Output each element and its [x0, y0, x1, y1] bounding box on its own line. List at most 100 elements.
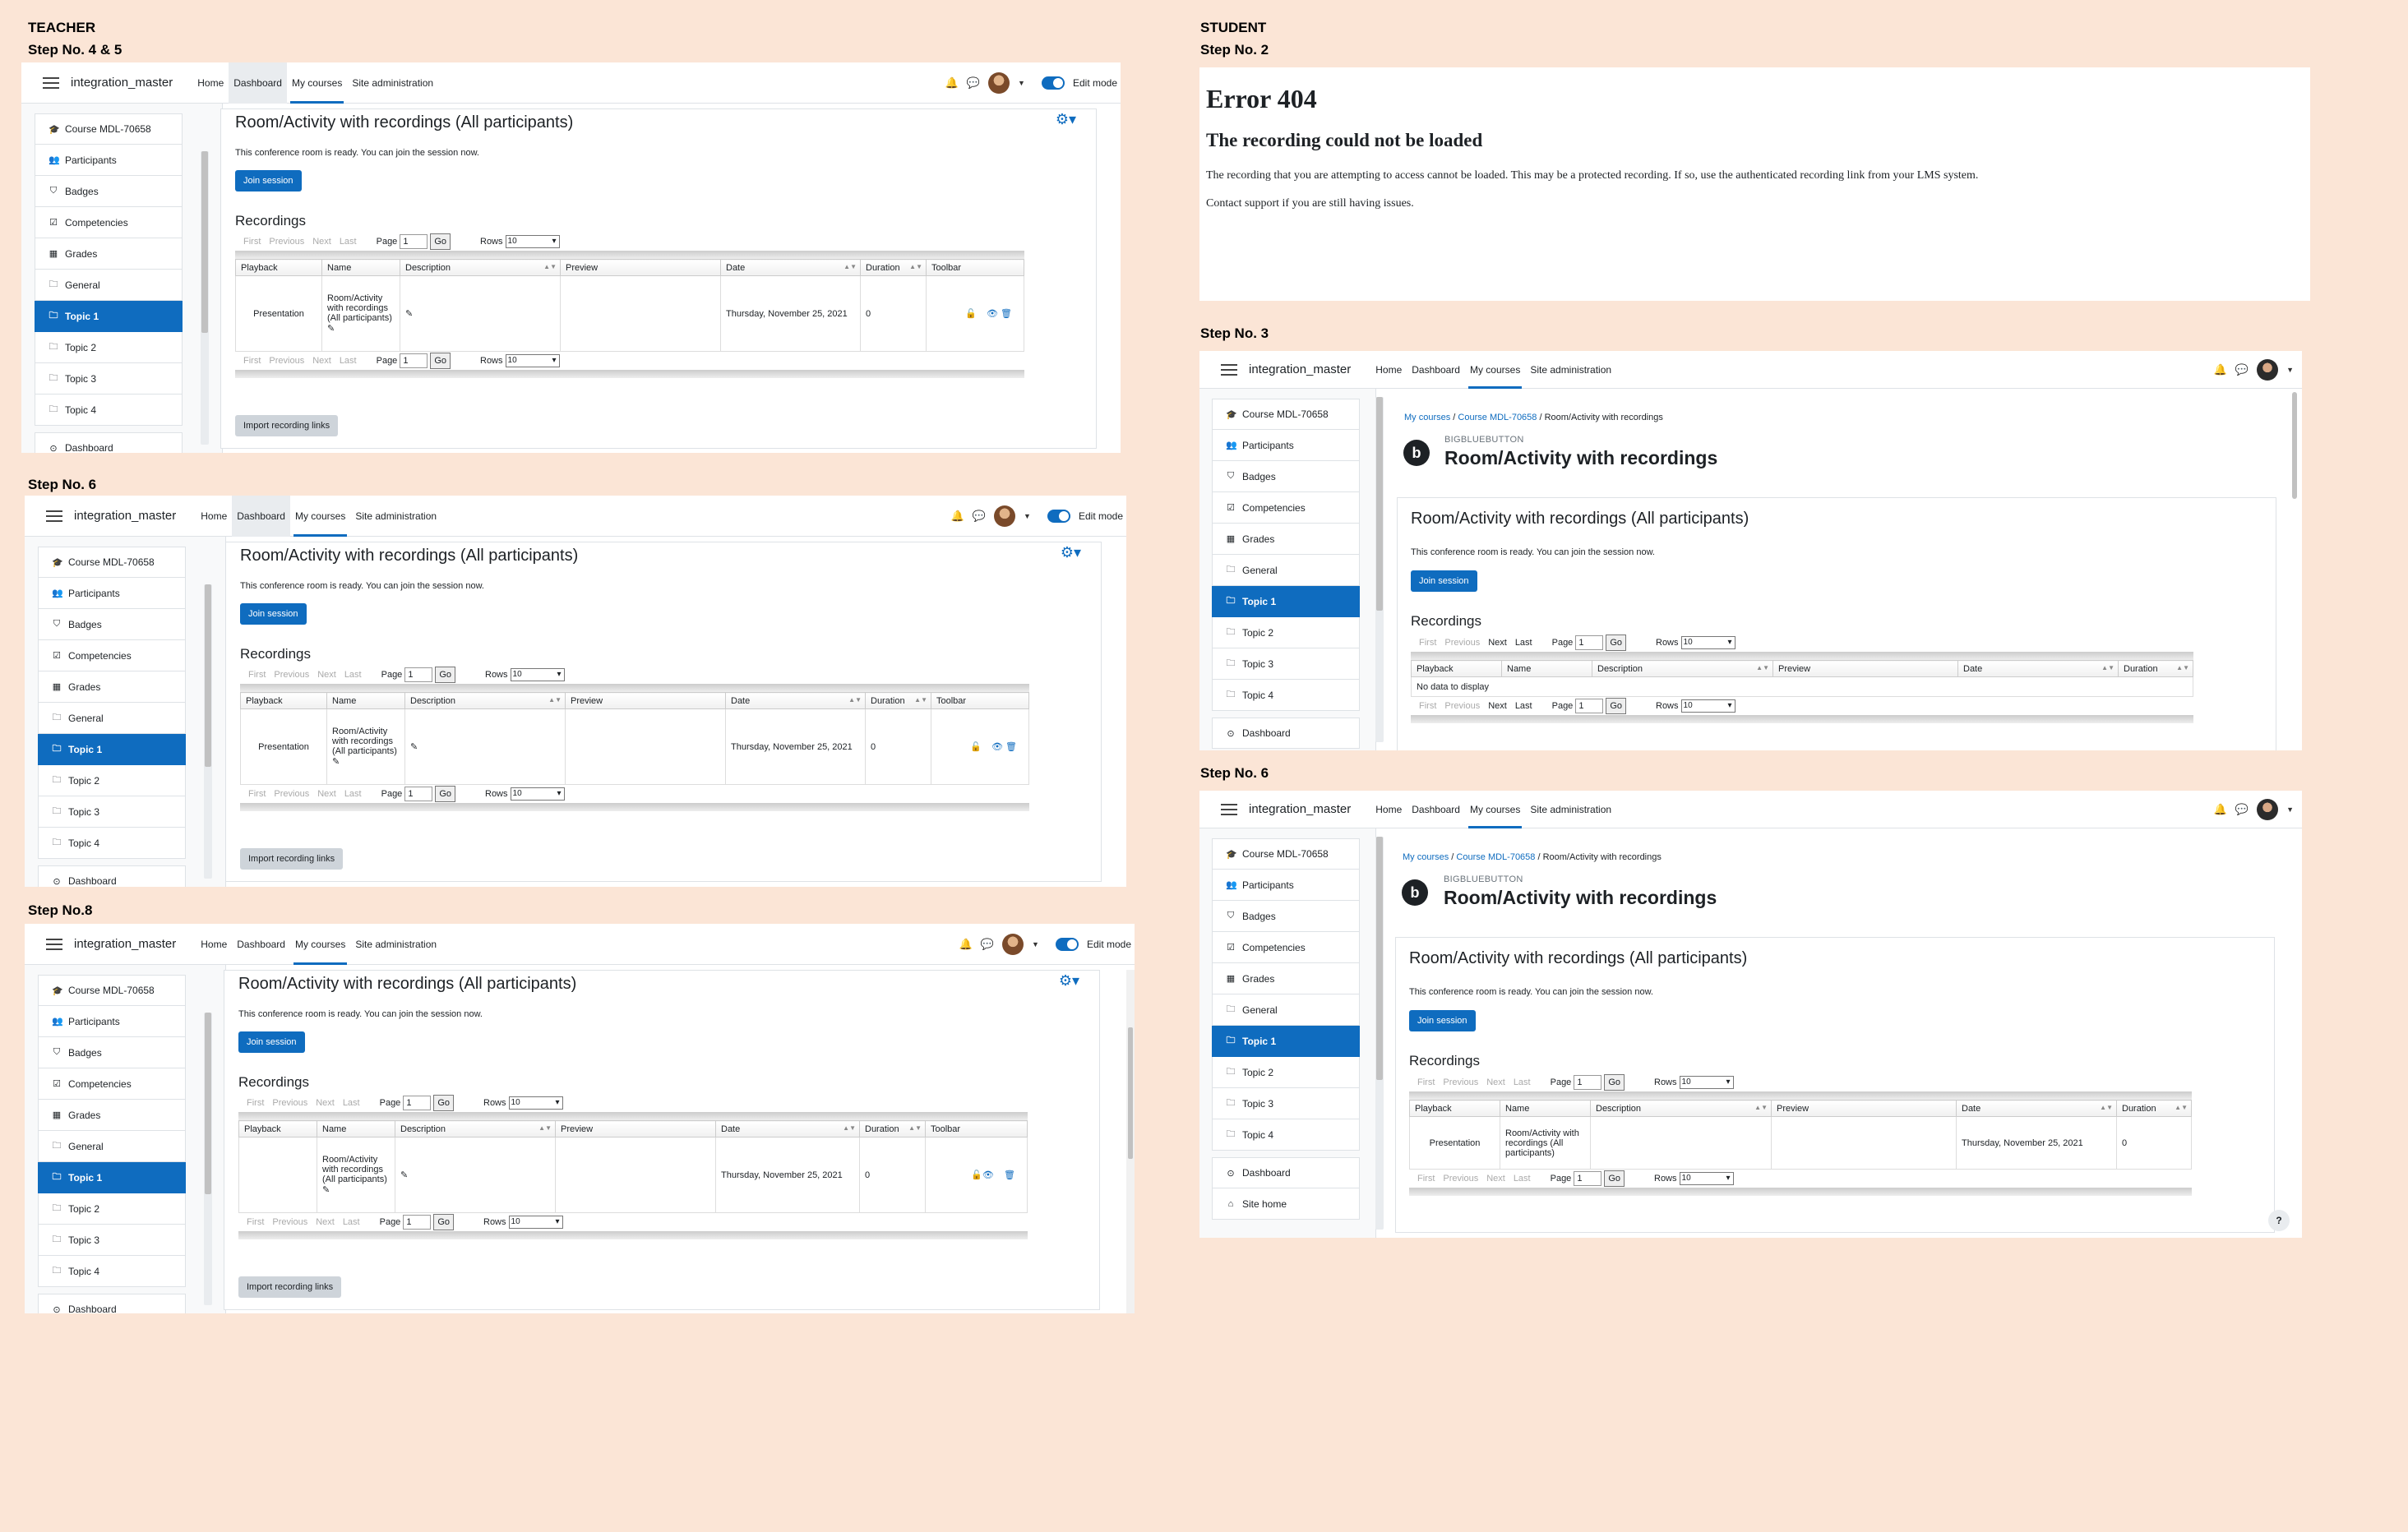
drawer-item-general[interactable]: 🗀 General [35, 270, 183, 301]
col-description[interactable]: Description ▲▼ [1590, 1100, 1772, 1117]
drawer-item-dashboard[interactable]: ⊙ Dashboard [35, 432, 183, 453]
chat-icon[interactable]: 💬 [2235, 803, 2249, 816]
cell-playback[interactable]: Presentation [240, 708, 327, 785]
col-name[interactable]: Name [1501, 660, 1592, 677]
chevron-down-icon[interactable]: ▼ [1032, 940, 1039, 948]
bell-icon[interactable]: 🔔 [945, 76, 959, 90]
drawer-item-course[interactable]: 🎓 Course MDL-70658 [1212, 399, 1360, 430]
chat-icon[interactable]: 💬 [967, 76, 980, 90]
drawer-item-participants[interactable]: 👥 Participants [38, 1006, 186, 1037]
go-button[interactable]: Go [430, 353, 451, 369]
col-date[interactable]: Date ▲▼ [715, 1120, 860, 1137]
drawer-item-participants[interactable]: 👥 Participants [1212, 870, 1360, 901]
rows-select[interactable]: 10 ▾ [510, 787, 565, 801]
col-description[interactable]: Description ▲▼ [404, 692, 566, 709]
bell-icon[interactable]: 🔔 [2214, 363, 2227, 376]
col-playback[interactable]: Playback [235, 259, 322, 276]
rows-select[interactable]: 10 ▾ [1680, 636, 1736, 649]
drawer-item-topic-1[interactable]: 🗀 Topic 1 [38, 734, 186, 765]
nav-dashboard[interactable]: Dashboard [232, 496, 290, 537]
drawer-item-competencies[interactable]: ☑ Competencies [38, 1068, 186, 1100]
drawer-item-grades[interactable]: ▦ Grades [38, 1100, 186, 1131]
hamburger-icon[interactable] [46, 510, 62, 522]
chat-icon[interactable]: 💬 [2235, 363, 2249, 376]
pager-last[interactable]: Last [1515, 638, 1532, 648]
drawer-item-badges[interactable]: ⛉ Badges [35, 176, 183, 207]
drawer-item-competencies[interactable]: ☑ Competencies [1212, 492, 1360, 524]
pager-next[interactable]: Next [1488, 701, 1507, 711]
site-brand[interactable]: integration_master [74, 937, 176, 951]
rows-select[interactable]: 10 ▾ [510, 668, 565, 681]
gear-icon[interactable]: ⚙▾ [1056, 111, 1076, 128]
drawer-item-topic-1[interactable]: 🗀 Topic 1 [35, 301, 183, 332]
help-button[interactable]: ? [2268, 1210, 2290, 1231]
breadcrumb-my-courses[interactable]: My courses [1404, 413, 1450, 422]
join-session-button[interactable]: Join session [1409, 1010, 1476, 1031]
drawer-item-grades[interactable]: ▦ Grades [1212, 963, 1360, 994]
nav-dashboard[interactable]: Dashboard [1407, 791, 1465, 828]
pencil-icon[interactable]: ✎ [322, 1185, 330, 1195]
rows-select[interactable]: 10 ▾ [505, 235, 560, 248]
trash-icon[interactable]: 🗑 [1005, 742, 1017, 752]
avatar[interactable] [994, 505, 1016, 527]
drawer-item-competencies[interactable]: ☑ Competencies [1212, 932, 1360, 963]
drawer-item-topic-4[interactable]: 🗀 Topic 4 [38, 1256, 186, 1287]
nav-my-courses[interactable]: My courses [1465, 351, 1525, 389]
drawer-item-course[interactable]: 🎓 Course MDL-70658 [38, 547, 186, 578]
col-name[interactable]: Name [326, 692, 405, 709]
nav-my-courses[interactable]: My courses [1465, 791, 1525, 828]
scrollbar[interactable] [201, 151, 209, 445]
col-name[interactable]: Name [1500, 1100, 1591, 1117]
drawer-item-badges[interactable]: ⛉ Badges [1212, 461, 1360, 492]
go-button[interactable]: Go [430, 233, 451, 250]
drawer-item-competencies[interactable]: ☑ Competencies [38, 640, 186, 671]
drawer-item-badges[interactable]: ⛉ Badges [1212, 901, 1360, 932]
site-brand[interactable]: integration_master [74, 509, 176, 523]
drawer-item-course[interactable]: 🎓 Course MDL-70658 [38, 975, 186, 1006]
chevron-down-icon[interactable]: ▼ [2286, 366, 2294, 374]
scrollbar[interactable] [1375, 837, 1384, 1230]
page-input[interactable]: 1 [1575, 635, 1604, 650]
drawer-item-competencies[interactable]: ☑ Competencies [35, 207, 183, 238]
nav-home[interactable]: Home [1370, 791, 1407, 828]
drawer-item-dashboard[interactable]: ⊙ Dashboard [1212, 1157, 1360, 1188]
drawer-item-topic-4[interactable]: 🗀 Topic 4 [35, 395, 183, 426]
unlock-icon[interactable]: 🔓 [970, 742, 982, 752]
breadcrumb-course[interactable]: Course MDL-70658 [1458, 413, 1537, 422]
bell-icon[interactable]: 🔔 [959, 938, 973, 951]
drawer-item-topic-2[interactable]: 🗀 Topic 2 [35, 332, 183, 363]
chevron-down-icon[interactable]: ▼ [1018, 79, 1025, 87]
drawer-item-course[interactable]: 🎓 Course MDL-70658 [35, 113, 183, 145]
drawer-item-topic-4[interactable]: 🗀 Topic 4 [1212, 1119, 1360, 1151]
page-input[interactable]: 1 [400, 234, 428, 249]
col-date[interactable]: Date ▲▼ [725, 692, 866, 709]
col-date[interactable]: Date ▲▼ [1957, 660, 2119, 677]
nav-home[interactable]: Home [1370, 351, 1407, 389]
drawer-item-grades[interactable]: ▦ Grades [1212, 524, 1360, 555]
join-session-button[interactable]: Join session [1411, 570, 1477, 592]
col-date[interactable]: Date ▲▼ [720, 259, 861, 276]
import-recording-links-button[interactable]: Import recording links [235, 415, 339, 436]
col-description[interactable]: Description ▲▼ [400, 259, 561, 276]
join-session-button[interactable]: Join session [238, 1031, 305, 1053]
rows-select[interactable]: 10 ▾ [1680, 699, 1736, 713]
drawer-item-topic-3[interactable]: 🗀 Topic 3 [38, 1225, 186, 1256]
drawer-item-site-home[interactable]: ⌂ Site home [1212, 1188, 1360, 1220]
col-name[interactable]: Name [321, 259, 400, 276]
hamburger-icon[interactable] [1221, 803, 1237, 815]
col-playback[interactable]: Playback [1409, 1100, 1500, 1117]
go-button[interactable]: Go [1606, 634, 1626, 651]
drawer-item-grades[interactable]: ▦ Grades [35, 238, 183, 270]
col-duration[interactable]: Duration ▲▼ [865, 692, 931, 709]
drawer-item-topic-3[interactable]: 🗀 Topic 3 [35, 363, 183, 395]
drawer-item-dashboard[interactable]: ⊙ Dashboard [38, 865, 186, 887]
pencil-icon[interactable]: ✎ [400, 1170, 408, 1180]
page-input[interactable]: 1 [1575, 699, 1604, 713]
eye-icon[interactable]: 👁 [991, 742, 1003, 752]
go-button[interactable]: Go [435, 667, 455, 683]
drawer-item-topic-1[interactable]: 🗀 Topic 1 [38, 1162, 186, 1193]
nav-home[interactable]: Home [196, 924, 232, 965]
nav-dashboard[interactable]: Dashboard [232, 924, 290, 965]
nav-my-courses[interactable]: My courses [287, 62, 347, 104]
col-duration[interactable]: Duration ▲▼ [2116, 1100, 2192, 1117]
